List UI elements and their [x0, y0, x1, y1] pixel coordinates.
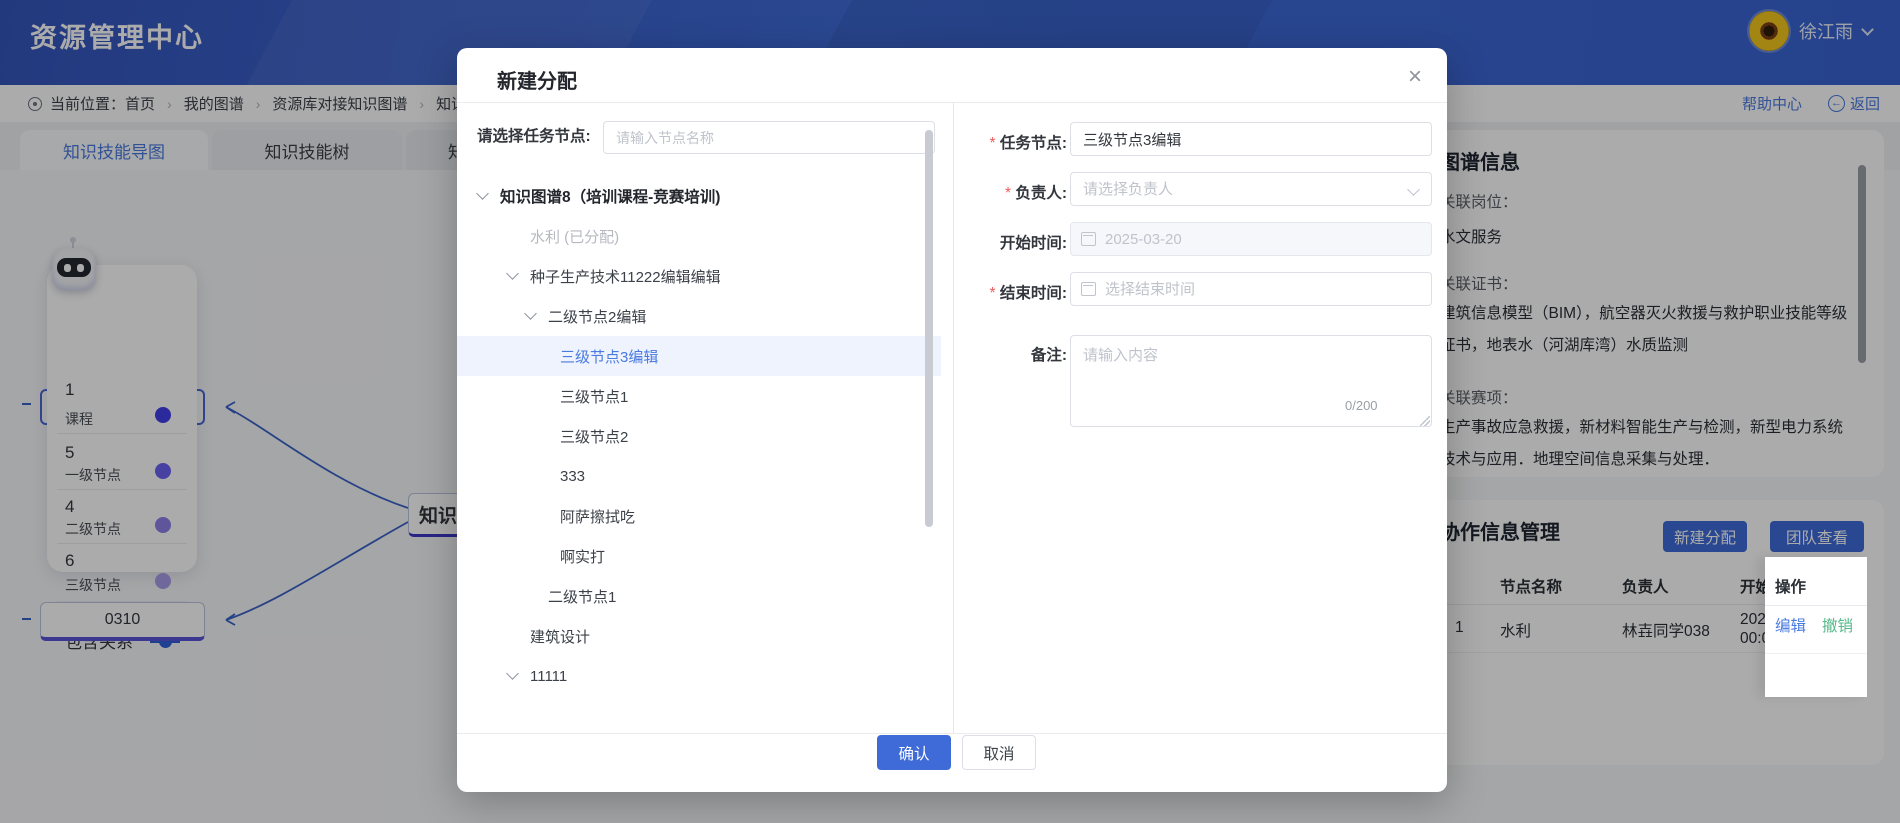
tree-item[interactable]: 种子生产技术11222编辑编辑 — [457, 256, 941, 296]
caret-down-icon[interactable] — [476, 187, 489, 200]
divider — [457, 102, 1447, 103]
tree-item[interactable]: 阿萨擦拭吃 — [457, 496, 941, 536]
start-time-label: 开始时间: — [947, 231, 1067, 253]
tree-item[interactable]: 11111 — [457, 656, 941, 696]
tree-picker-label: 请选择任务节点: — [477, 124, 591, 146]
edit-link[interactable]: 编辑 — [1775, 614, 1806, 636]
node-search-input[interactable] — [603, 121, 935, 154]
owner-select[interactable] — [1070, 172, 1432, 206]
tree-item[interactable]: 三级节点1 — [457, 376, 941, 416]
cancel-button[interactable]: 取消 — [962, 735, 1036, 770]
start-date-field — [1070, 222, 1432, 256]
divider — [457, 733, 1447, 734]
tree-item-selected[interactable]: 三级节点3编辑 — [457, 336, 941, 376]
calendar-icon — [1081, 282, 1096, 296]
revoke-link[interactable]: 撤销 — [1822, 614, 1853, 636]
tree-scrollbar[interactable] — [925, 130, 933, 527]
tree-item[interactable]: 啊实打 — [457, 536, 941, 576]
calendar-icon — [1081, 232, 1096, 246]
tree-item[interactable]: 333 — [457, 456, 941, 496]
tree-item[interactable]: 知识图谱8（培训课程-竞赛培训) — [457, 176, 941, 216]
tree-item[interactable]: 二级节点2编辑 — [457, 296, 941, 336]
divider — [1765, 605, 1867, 606]
task-node-field[interactable] — [1070, 122, 1432, 156]
caret-down-icon[interactable] — [506, 667, 519, 680]
close-icon[interactable]: × — [1401, 64, 1429, 92]
remark-textarea[interactable] — [1070, 335, 1432, 427]
task-node-label: 任务节点: — [947, 131, 1067, 153]
tree-item[interactable]: 二级节点1 — [457, 576, 941, 616]
tree-item[interactable]: 建筑设计 — [457, 616, 941, 656]
col-actions: 操作 — [1775, 575, 1806, 597]
page: 资源管理中心 徐江雨 当前位置： 首页 › 我的图谱 › 资源库对接知识图谱 ›… — [0, 0, 1900, 823]
modal-title: 新建分配 — [497, 65, 577, 94]
tree-item[interactable]: 三级节点2 — [457, 416, 941, 456]
confirm-button[interactable]: 确认 — [877, 735, 951, 770]
remark-label: 备注: — [947, 343, 1067, 365]
caret-down-icon[interactable] — [506, 267, 519, 280]
new-assignment-modal: 新建分配 × 请选择任务节点: 知识图谱8（培训课程-竞赛培训) 水利 (已分配… — [457, 48, 1447, 792]
task-node-tree: 知识图谱8（培训课程-竞赛培训) 水利 (已分配) 种子生产技术11222编辑编… — [457, 176, 953, 733]
divider — [1765, 653, 1867, 654]
tree-item: 水利 (已分配) — [457, 216, 941, 256]
char-counter: 0/200 — [1345, 398, 1378, 413]
end-time-label: 结束时间: — [947, 281, 1067, 303]
caret-down-icon[interactable] — [524, 307, 537, 320]
owner-label: 负责人: — [947, 181, 1067, 203]
end-date-field[interactable] — [1070, 272, 1432, 306]
resize-grip-icon[interactable] — [1420, 416, 1430, 426]
table-fixed-op-column: 操作 编辑 撤销 — [1765, 557, 1867, 697]
